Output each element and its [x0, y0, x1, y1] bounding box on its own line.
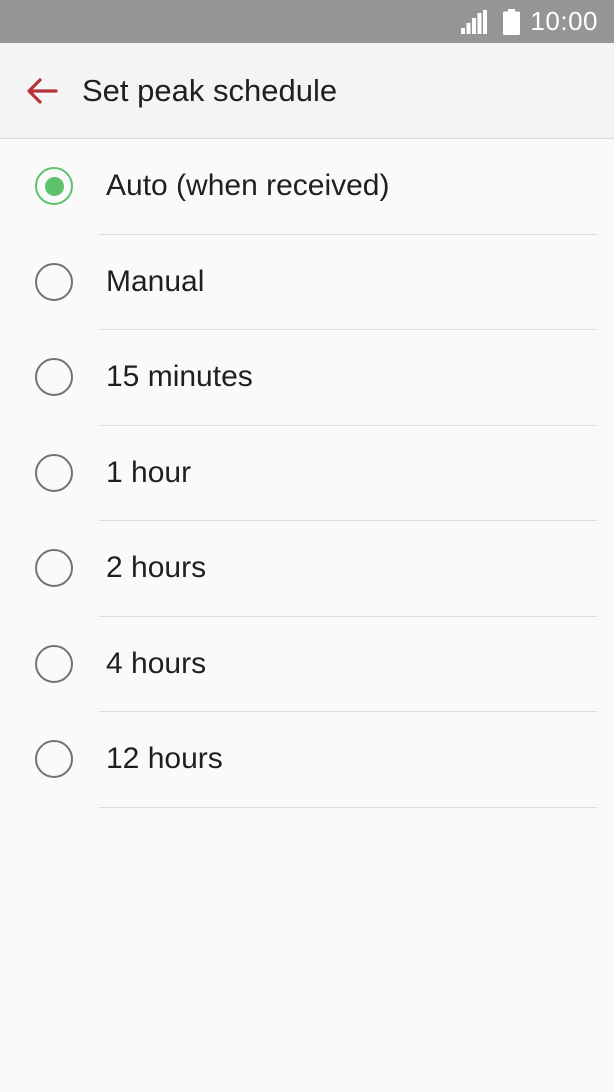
radio-button[interactable] — [35, 644, 73, 683]
option-label: 12 hours — [106, 742, 223, 775]
page-title: Set peak schedule — [82, 73, 338, 108]
back-arrow-icon — [27, 78, 58, 104]
option-15-minutes[interactable]: 15 minutes — [0, 330, 614, 426]
option-auto[interactable]: Auto (when received) — [0, 139, 614, 235]
radio-button-selected[interactable] — [35, 167, 73, 205]
option-2-hours[interactable]: 2 hours — [0, 521, 614, 617]
option-label: 15 minutes — [106, 360, 253, 393]
option-label: 2 hours — [106, 551, 207, 584]
back-button[interactable] — [22, 71, 62, 111]
option-label: 1 hour — [106, 455, 192, 489]
option-label: Auto (when received) — [106, 169, 390, 202]
radio-button[interactable] — [35, 740, 73, 778]
schedule-options-list: Auto (when received) Manual 15 minutes 1… — [0, 139, 614, 808]
status-icons: 10:00 — [461, 0, 598, 43]
app-bar: Set peak schedule — [0, 43, 614, 139]
radio-button[interactable] — [35, 262, 73, 301]
option-1-hour[interactable]: 1 hour — [0, 426, 614, 522]
option-12-hours[interactable]: 12 hours — [0, 712, 614, 808]
radio-button[interactable] — [35, 358, 73, 396]
radio-button[interactable] — [35, 549, 73, 587]
status-bar: 10:00 — [0, 0, 614, 43]
option-label: Manual — [106, 264, 205, 298]
option-manual[interactable]: Manual — [0, 235, 614, 331]
battery-icon — [503, 8, 521, 35]
radio-button[interactable] — [35, 453, 73, 492]
option-4-hours[interactable]: 4 hours — [0, 617, 614, 713]
option-label: 4 hours — [106, 646, 207, 680]
status-time: 10:00 — [530, 6, 598, 36]
signal-icon — [461, 9, 488, 34]
